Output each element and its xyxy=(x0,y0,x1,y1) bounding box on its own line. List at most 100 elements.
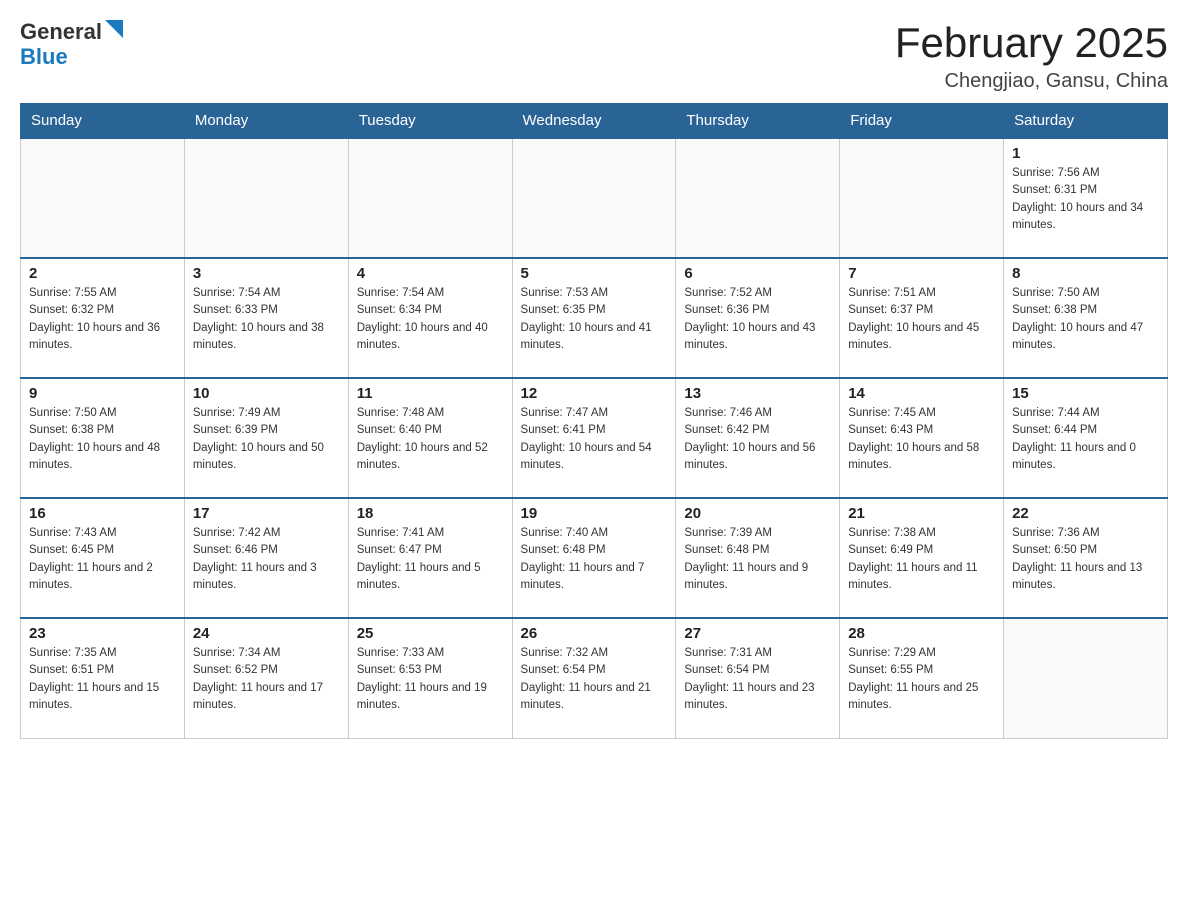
day-info: Sunrise: 7:34 AMSunset: 6:52 PMDaylight:… xyxy=(193,645,340,714)
calendar-cell: 21Sunrise: 7:38 AMSunset: 6:49 PMDayligh… xyxy=(840,498,1004,618)
day-number: 7 xyxy=(848,265,995,282)
day-number: 6 xyxy=(684,265,831,282)
calendar-cell: 11 Sunrise: 7:48 AMSunset: 6:40 PMDayligh… xyxy=(348,378,512,498)
logo: General Blue xyxy=(20,20,123,69)
calendar-cell: 24 Sunrise: 7:34 AMSunset: 6:52 PMDayligh… xyxy=(184,618,348,738)
day-info: Sunrise: 7:55 AMSunset: 6:32 PMDaylight:… xyxy=(29,285,176,354)
day-info: Sunrise: 7:50 AMSunset: 6:38 PMDaylight:… xyxy=(1012,285,1159,354)
calendar-cell xyxy=(348,138,512,258)
day-info: Sunrise: 7:38 AMSunset: 6:49 PMDaylight:… xyxy=(848,525,995,594)
day-number: 1 xyxy=(1012,145,1159,162)
day-info: Sunrise: 7:31 AMSunset: 6:54 PMDaylight:… xyxy=(684,645,831,714)
calendar-cell: 22 Sunrise: 7:36 AMSunset: 6:50 PMDayligh… xyxy=(1004,498,1168,618)
day-number: 5 xyxy=(521,265,668,282)
calendar-table: Sunday Monday Tuesday Wednesday Thursday… xyxy=(20,103,1168,739)
day-info: Sunrise: 7:53 AMSunset: 6:35 PMDaylight:… xyxy=(521,285,668,354)
week-row-3: 9Sunrise: 7:50 AMSunset: 6:38 PMDaylight… xyxy=(21,378,1168,498)
header-sunday: Sunday xyxy=(21,104,185,139)
day-number: 12 xyxy=(521,385,668,402)
day-info: Sunrise: 7:33 AMSunset: 6:53 PMDaylight:… xyxy=(357,645,504,714)
day-info: Sunrise: 7:43 AMSunset: 6:45 PMDaylight:… xyxy=(29,525,176,594)
day-info: Sunrise: 7:51 AMSunset: 6:37 PMDaylight:… xyxy=(848,285,995,354)
day-number: 8 xyxy=(1012,265,1159,282)
calendar-cell xyxy=(676,138,840,258)
month-title: February 2025 xyxy=(895,20,1168,66)
day-number: 23 xyxy=(29,625,176,642)
day-info: Sunrise: 7:52 AMSunset: 6:36 PMDaylight:… xyxy=(684,285,831,354)
logo-blue-text: Blue xyxy=(20,45,123,69)
header-friday: Friday xyxy=(840,104,1004,139)
day-info: Sunrise: 7:54 AMSunset: 6:34 PMDaylight:… xyxy=(357,285,504,354)
day-number: 16 xyxy=(29,505,176,522)
calendar-cell: 26Sunrise: 7:32 AMSunset: 6:54 PMDayligh… xyxy=(512,618,676,738)
calendar-cell: 4 Sunrise: 7:54 AMSunset: 6:34 PMDaylight… xyxy=(348,258,512,378)
calendar-cell xyxy=(21,138,185,258)
header-wednesday: Wednesday xyxy=(512,104,676,139)
day-info: Sunrise: 7:29 AMSunset: 6:55 PMDaylight:… xyxy=(848,645,995,714)
day-number: 22 xyxy=(1012,505,1159,522)
calendar-cell xyxy=(840,138,1004,258)
calendar-header-row: Sunday Monday Tuesday Wednesday Thursday… xyxy=(21,104,1168,139)
week-row-1: 1Sunrise: 7:56 AMSunset: 6:31 PMDaylight… xyxy=(21,138,1168,258)
day-number: 13 xyxy=(684,385,831,402)
calendar-cell: 10 Sunrise: 7:49 AMSunset: 6:39 PMDayligh… xyxy=(184,378,348,498)
day-number: 4 xyxy=(357,265,504,282)
page-header: General Blue February 2025 Chengjiao, Ga… xyxy=(20,20,1168,93)
header-thursday: Thursday xyxy=(676,104,840,139)
header-saturday: Saturday xyxy=(1004,104,1168,139)
day-info: Sunrise: 7:45 AMSunset: 6:43 PMDaylight:… xyxy=(848,405,995,474)
day-number: 17 xyxy=(193,505,340,522)
calendar-cell: 13 Sunrise: 7:46 AMSunset: 6:42 PMDayligh… xyxy=(676,378,840,498)
calendar-cell: 1Sunrise: 7:56 AMSunset: 6:31 PMDaylight… xyxy=(1004,138,1168,258)
day-info: Sunrise: 7:40 AMSunset: 6:48 PMDaylight:… xyxy=(521,525,668,594)
day-info: Sunrise: 7:47 AMSunset: 6:41 PMDaylight:… xyxy=(521,405,668,474)
day-number: 27 xyxy=(684,625,831,642)
logo-arrow-icon xyxy=(105,20,123,38)
calendar-cell: 17Sunrise: 7:42 AMSunset: 6:46 PMDayligh… xyxy=(184,498,348,618)
calendar-cell: 14 Sunrise: 7:45 AMSunset: 6:43 PMDayligh… xyxy=(840,378,1004,498)
calendar-cell: 25Sunrise: 7:33 AMSunset: 6:53 PMDayligh… xyxy=(348,618,512,738)
week-row-2: 2 Sunrise: 7:55 AMSunset: 6:32 PMDaylight… xyxy=(21,258,1168,378)
day-info: Sunrise: 7:54 AMSunset: 6:33 PMDaylight:… xyxy=(193,285,340,354)
calendar-cell: 15 Sunrise: 7:44 AMSunset: 6:44 PMDayligh… xyxy=(1004,378,1168,498)
day-number: 24 xyxy=(193,625,340,642)
calendar-cell: 3 Sunrise: 7:54 AMSunset: 6:33 PMDaylight… xyxy=(184,258,348,378)
day-number: 19 xyxy=(521,505,668,522)
day-number: 28 xyxy=(848,625,995,642)
calendar-cell: 2 Sunrise: 7:55 AMSunset: 6:32 PMDaylight… xyxy=(21,258,185,378)
day-info: Sunrise: 7:48 AMSunset: 6:40 PMDaylight:… xyxy=(357,405,504,474)
day-info: Sunrise: 7:49 AMSunset: 6:39 PMDaylight:… xyxy=(193,405,340,474)
title-block: February 2025 Chengjiao, Gansu, China xyxy=(895,20,1168,93)
day-info: Sunrise: 7:36 AMSunset: 6:50 PMDaylight:… xyxy=(1012,525,1159,594)
calendar-cell: 16 Sunrise: 7:43 AMSunset: 6:45 PMDayligh… xyxy=(21,498,185,618)
day-number: 14 xyxy=(848,385,995,402)
calendar-cell: 12 Sunrise: 7:47 AMSunset: 6:41 PMDayligh… xyxy=(512,378,676,498)
calendar-cell: 27 Sunrise: 7:31 AMSunset: 6:54 PMDayligh… xyxy=(676,618,840,738)
calendar-cell: 18Sunrise: 7:41 AMSunset: 6:47 PMDayligh… xyxy=(348,498,512,618)
day-info: Sunrise: 7:35 AMSunset: 6:51 PMDaylight:… xyxy=(29,645,176,714)
day-info: Sunrise: 7:39 AMSunset: 6:48 PMDaylight:… xyxy=(684,525,831,594)
week-row-4: 16 Sunrise: 7:43 AMSunset: 6:45 PMDayligh… xyxy=(21,498,1168,618)
header-monday: Monday xyxy=(184,104,348,139)
day-info: Sunrise: 7:46 AMSunset: 6:42 PMDaylight:… xyxy=(684,405,831,474)
week-row-5: 23 Sunrise: 7:35 AMSunset: 6:51 PMDayligh… xyxy=(21,618,1168,738)
calendar-cell: 28 Sunrise: 7:29 AMSunset: 6:55 PMDayligh… xyxy=(840,618,1004,738)
day-number: 3 xyxy=(193,265,340,282)
calendar-cell: 19 Sunrise: 7:40 AMSunset: 6:48 PMDayligh… xyxy=(512,498,676,618)
day-number: 20 xyxy=(684,505,831,522)
day-number: 10 xyxy=(193,385,340,402)
day-number: 9 xyxy=(29,385,176,402)
day-number: 15 xyxy=(1012,385,1159,402)
day-number: 11 xyxy=(357,385,504,402)
day-info: Sunrise: 7:44 AMSunset: 6:44 PMDaylight:… xyxy=(1012,405,1159,474)
day-number: 18 xyxy=(357,505,504,522)
calendar-cell: 9Sunrise: 7:50 AMSunset: 6:38 PMDaylight… xyxy=(21,378,185,498)
day-number: 2 xyxy=(29,265,176,282)
calendar-cell: 7 Sunrise: 7:51 AMSunset: 6:37 PMDaylight… xyxy=(840,258,1004,378)
calendar-cell: 8 Sunrise: 7:50 AMSunset: 6:38 PMDaylight… xyxy=(1004,258,1168,378)
day-number: 26 xyxy=(521,625,668,642)
calendar-cell: 5 Sunrise: 7:53 AMSunset: 6:35 PMDaylight… xyxy=(512,258,676,378)
location-subtitle: Chengjiao, Gansu, China xyxy=(895,70,1168,93)
logo-general-text: General xyxy=(20,20,102,44)
calendar-cell xyxy=(1004,618,1168,738)
